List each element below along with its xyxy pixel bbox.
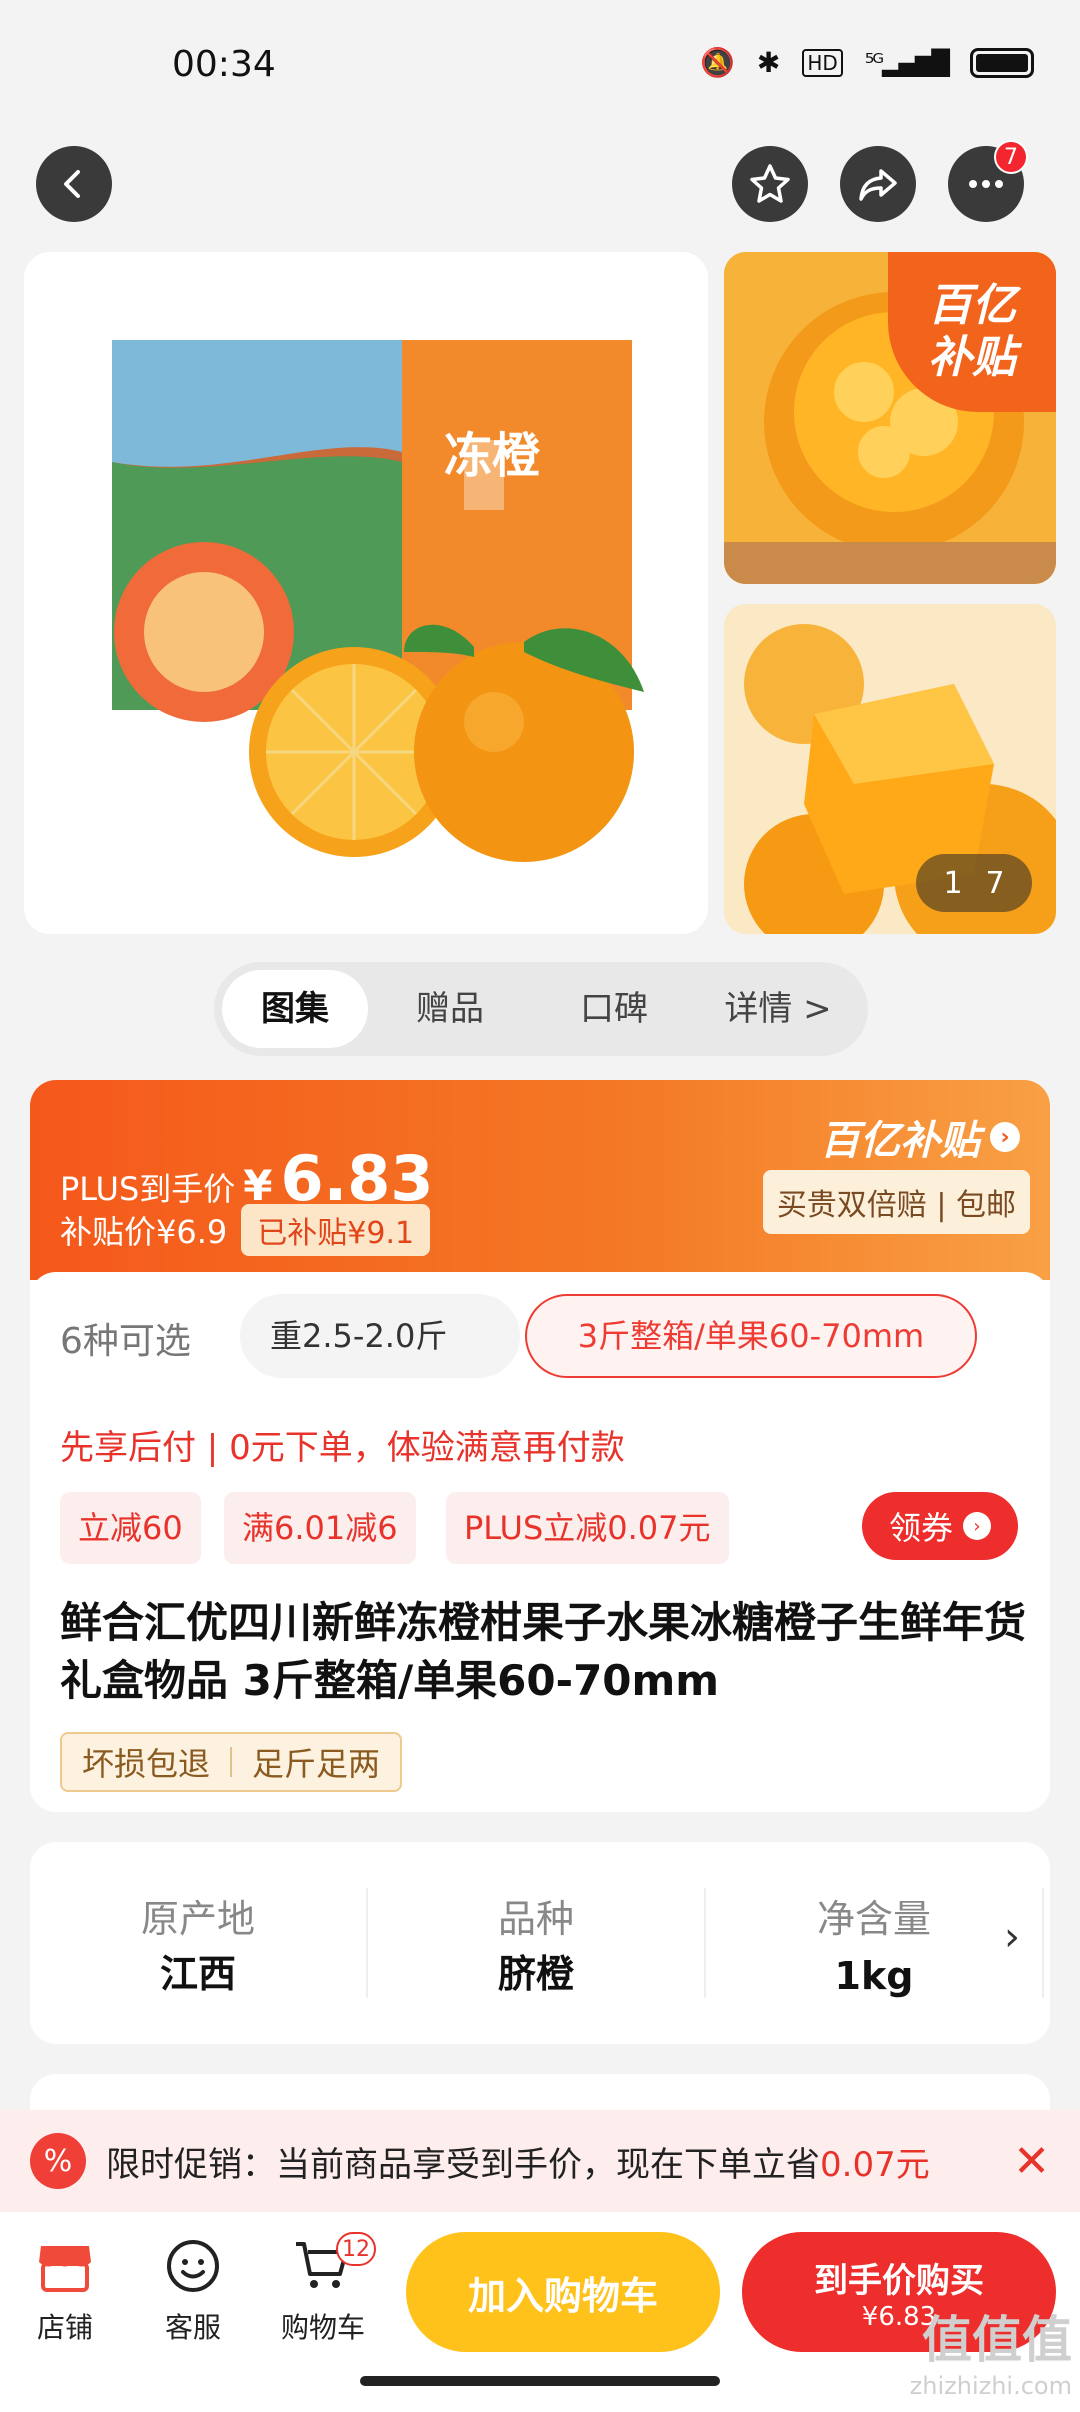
box-label: 冻橙 (444, 428, 541, 484)
nav-cart[interactable]: 12 购物车 (268, 2226, 378, 2346)
share-icon (859, 169, 897, 201)
coupon-plus[interactable]: PLUS立减0.07元 (446, 1492, 729, 1564)
back-button[interactable] (36, 146, 112, 222)
watermark: 值值值 zhizhizhi.com (910, 2300, 1072, 2400)
nav-store[interactable]: 店铺 (10, 2226, 120, 2346)
chevron-right-icon: › (963, 1512, 991, 1540)
price-card: PLUS到手价 ¥ 6.83 补贴价¥6.9 已补贴¥9.1 百亿补贴 › 买贵… (30, 1080, 1050, 1812)
hd-icon: HD (802, 48, 843, 77)
subsidy-price: 补贴价¥6.9 (60, 1213, 228, 1251)
image-counter: 1 7 (916, 854, 1032, 912)
subsidized-amount-tag: 已补贴¥9.1 (241, 1204, 431, 1256)
option-count[interactable]: 6种可选 (60, 1312, 191, 1364)
promo-saving: 0.07元 (820, 2144, 930, 2185)
option-weight[interactable]: 重2.5-2.0斤 (240, 1294, 520, 1378)
promo-bar[interactable]: % 限时促销：当前商品享受到手价，现在下单立省0.07元 ✕ (0, 2110, 1080, 2212)
watermark-logo: 值值值 (922, 2311, 1072, 2369)
attribute-net-weight: 净含量 1kg (706, 1888, 1044, 1998)
star-icon (750, 164, 790, 203)
media-tabs: 图集 赠品 口碑 详情 > (214, 962, 868, 1056)
subsidy-price-row: 补贴价¥6.9 已补贴¥9.1 (60, 1204, 431, 1256)
counter-total: 7 (985, 865, 1005, 901)
thumbnail-1[interactable]: 百亿 补贴 (724, 252, 1056, 584)
nav-service-label: 客服 (164, 2311, 221, 2344)
coupon-discount-60[interactable]: 立减60 (60, 1492, 201, 1564)
product-title: 鲜合汇优四川新鲜冻橙柑果子水果冰糖橙子生鲜年货礼盒物品 3斤整箱/单果60-70… (60, 1598, 1027, 1705)
tab-details[interactable]: 详情 > (696, 970, 860, 1048)
share-button[interactable] (840, 146, 916, 222)
get-coupon-label: 领券 (888, 1509, 953, 1547)
buy-now-label: 到手价购买 (814, 2260, 984, 2301)
product-box-illustration: 冻橙 (112, 340, 644, 862)
add-to-cart-button[interactable]: 加入购物车 (406, 2232, 720, 2352)
attribute-key: 净含量 (816, 1897, 931, 1941)
attribute-value: 脐橙 (497, 1952, 574, 1996)
home-indicator[interactable] (360, 2376, 720, 2386)
tab-gifts[interactable]: 赠品 (368, 970, 532, 1048)
store-icon (39, 2246, 91, 2292)
close-icon[interactable]: ✕ (1013, 2136, 1050, 2187)
counter-current: 1 (943, 865, 963, 901)
favorite-button[interactable] (732, 146, 808, 222)
product-info: 6种可选 重2.5-2.0斤 3斤整箱/单果60-70mm 先享后付 | 0元下… (30, 1272, 1050, 1812)
mute-icon: 🔕 (700, 46, 735, 79)
back-arrow-icon (64, 170, 80, 198)
attribute-value: 1kg (834, 1954, 914, 1998)
option-selected[interactable]: 3斤整箱/单果60-70mm (525, 1294, 977, 1378)
get-coupon-button[interactable]: 领券 › (862, 1492, 1018, 1560)
nav-service[interactable]: 客服 (138, 2226, 248, 2346)
billion-subsidy-logo: 百亿补贴 (820, 1118, 980, 1164)
chevron-right-icon[interactable]: › (1004, 1914, 1020, 1960)
more-badge: 7 (994, 140, 1028, 174)
attribute-value: 江西 (159, 1952, 236, 1996)
watermark-url: zhizhizhi.com (909, 2372, 1072, 2400)
chevron-right-icon: › (990, 1122, 1020, 1152)
guarantee-note: 买贵双倍赔 | 包邮 (762, 1170, 1030, 1234)
service-icon (167, 2240, 219, 2292)
attribute-key: 品种 (497, 1897, 574, 1941)
cart-badge: 12 (336, 2232, 376, 2266)
status-icons: 🔕 ✱ HD ⁵ᴳ▂▄▆█ (700, 46, 1034, 79)
price-header: PLUS到手价 ¥ 6.83 补贴价¥6.9 已补贴¥9.1 百亿补贴 › 买贵… (30, 1080, 1050, 1280)
signal-icon: ⁵ᴳ▂▄▆█ (864, 48, 950, 77)
status-time: 00:34 (172, 44, 276, 85)
coupon-threshold[interactable]: 满6.01减6 (224, 1492, 416, 1564)
attribute-key: 原产地 (140, 1897, 255, 1941)
service-tag-return: 坏损包退 (82, 1745, 211, 1783)
pay-later-notice[interactable]: 先享后付 | 0元下单，体验满意再付款 (60, 1420, 625, 1469)
attribute-variety: 品种 脐橙 (368, 1888, 706, 1998)
main-product-image[interactable]: 冻橙 (24, 252, 708, 934)
thumbnail-2[interactable]: 1 7 (724, 604, 1056, 934)
service-tag-weight: 足斤足两 (252, 1745, 381, 1783)
promo-message: 限时促销：当前商品享受到手价，现在下单立省 (106, 2144, 820, 2185)
subsidy-corner-line-2: 补贴 (928, 332, 1016, 383)
billion-subsidy-link[interactable]: 百亿补贴 › (820, 1108, 1020, 1166)
tab-gallery[interactable]: 图集 (222, 970, 368, 1048)
attribute-origin: 原产地 江西 (30, 1888, 368, 1998)
currency-symbol: ¥ (243, 1161, 273, 1210)
subsidy-corner-line-1: 百亿 (928, 280, 1016, 331)
bluetooth-icon: ✱ (756, 46, 781, 79)
tab-reviews[interactable]: 口碑 (532, 970, 696, 1048)
battery-icon (969, 47, 1034, 78)
discount-percent-icon: % (30, 2133, 86, 2189)
nav-store-label: 店铺 (36, 2311, 93, 2344)
more-button[interactable]: 7 (948, 140, 1028, 222)
nav-cart-label: 购物车 (280, 2311, 365, 2344)
promo-text: 限时促销：当前商品享受到手价，现在下单立省0.07元 (106, 2137, 1013, 2186)
service-tags[interactable]: 坏损包退 足斤足两 (60, 1732, 403, 1792)
product-attributes[interactable]: 原产地 江西 品种 脐橙 净含量 1kg › (30, 1842, 1050, 2044)
